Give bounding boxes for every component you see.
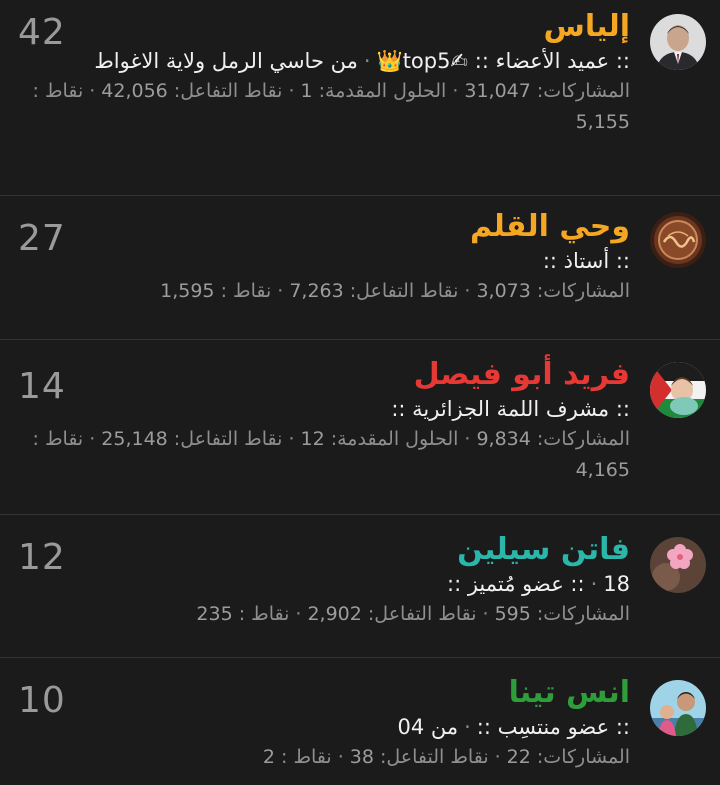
reactions-label: نقاط التفاعل: [173, 428, 283, 450]
child-with-flag-avatar[interactable] [650, 362, 706, 418]
member-location: من 04 [397, 715, 459, 739]
member-stats: المشاركات: 22·نقاط التفاعل: 38·نقاط : 2 [20, 742, 630, 773]
reactions-label: نقاط التفاعل: [173, 80, 283, 102]
man-portrait-avatar[interactable] [650, 14, 706, 70]
member-rank: عميد الأعضاء [495, 49, 610, 73]
solutions-label: الحلول المقدمة: [330, 428, 459, 450]
member-info: إلياس :: عميد الأعضاء :: ✍top5👑·من حاسي … [20, 8, 630, 138]
posts-value: 595 [494, 603, 531, 625]
reactions-value: 25,148 [101, 428, 168, 450]
reactions-value: 38 [349, 746, 374, 768]
points-label: نقاط : [281, 746, 332, 768]
posts-value: 3,073 [476, 280, 531, 302]
reactions-label: نقاط التفاعل: [367, 603, 477, 625]
member-stats: المشاركات: 595·نقاط التفاعل: 2,902·نقاط … [20, 599, 630, 630]
solutions-label: الحلول المقدمة: [318, 80, 447, 102]
member-stats: المشاركات: 3,073·نقاط التفاعل: 7,263·نقا… [20, 276, 630, 307]
reactions-value: 2,902 [307, 603, 362, 625]
member-row[interactable]: 10 انس تينا :: عضو منتسِب ::·من 04 المشا… [0, 658, 720, 785]
leaderboard-list: 42 إلياس :: عميد الأعضاء :: ✍top5👑·من حا… [0, 0, 720, 785]
member-stats: المشاركات: 31,047·الحلول المقدمة: 1·نقاط… [20, 76, 630, 138]
member-location: من حاسي الرمل ولاية الاغواط [94, 49, 358, 73]
points-value: 4,165 [575, 459, 630, 481]
reactions-value: 7,263 [289, 280, 344, 302]
crown-icon: 👑 [376, 49, 403, 73]
separator-dot: · [288, 80, 295, 102]
points-value: 1,595 [160, 280, 215, 302]
member-name-link[interactable]: إلياس [20, 8, 630, 46]
member-title: :: عضو منتسِب ::·من 04 [20, 712, 630, 742]
posts-label: المشاركات: [536, 603, 630, 625]
solutions-value: 1 [300, 80, 313, 102]
separator-dot: · [464, 715, 471, 739]
member-title: :: عميد الأعضاء :: ✍top5👑·من حاسي الرمل … [20, 46, 630, 76]
solutions-value: 12 [300, 428, 325, 450]
separator-dot: · [89, 80, 96, 102]
member-age: 18 [603, 572, 630, 596]
points-value: 235 [196, 603, 233, 625]
title-separator: :: [615, 49, 630, 73]
member-name-link[interactable]: وحي القلم [20, 208, 630, 246]
separator-dot: · [277, 280, 284, 302]
posts-label: المشاركات: [536, 746, 630, 768]
member-name-link[interactable]: انس تينا [20, 674, 630, 712]
member-row[interactable]: 12 فاتن سيلين 18·:: عضو مُتميز :: المشار… [0, 515, 720, 658]
separator-dot: · [89, 428, 96, 450]
title-separator: :: [474, 49, 489, 73]
member-info: فريد أبو فيصل :: مشرف اللمة الجزائرية ::… [20, 356, 630, 486]
member-info: فاتن سيلين 18·:: عضو مُتميز :: المشاركات… [20, 531, 630, 630]
family-photo-avatar[interactable] [650, 680, 706, 736]
member-name-link[interactable]: فاتن سيلين [20, 531, 630, 569]
member-stats: المشاركات: 9,834·الحلول المقدمة: 12·نقاط… [20, 424, 630, 486]
member-info: وحي القلم :: أستاذ :: المشاركات: 3,073·ن… [20, 208, 630, 307]
points-label: نقاط : [238, 603, 290, 625]
separator-dot: · [482, 603, 489, 625]
posts-label: المشاركات: [536, 80, 630, 102]
member-info: انس تينا :: عضو منتسِب ::·من 04 المشاركا… [20, 674, 630, 773]
member-row[interactable]: 42 إلياس :: عميد الأعضاء :: ✍top5👑·من حا… [0, 0, 720, 196]
points-label: نقاط : [32, 428, 84, 450]
separator-dot: · [295, 603, 302, 625]
separator-dot: · [590, 572, 598, 596]
member-title: :: مشرف اللمة الجزائرية :: [391, 397, 630, 421]
points-label: نقاط : [220, 280, 272, 302]
posts-label: المشاركات: [536, 280, 630, 302]
posts-label: المشاركات: [536, 428, 630, 450]
writing-hand-icon: ✍ [450, 49, 469, 73]
member-title: 18·:: عضو مُتميز :: [20, 569, 630, 599]
points-value: 2 [262, 746, 275, 768]
member-row[interactable]: 27 وحي القلم :: أستاذ :: المشاركات: 3,07… [0, 196, 720, 340]
points-value: 5,155 [575, 111, 630, 133]
pink-flower-avatar[interactable] [650, 537, 706, 593]
badge-text: top5 [402, 49, 451, 73]
member-row[interactable]: 14 فريد أبو فيصل :: مشرف اللمة الجزائرية… [0, 340, 720, 515]
posts-value: 31,047 [464, 80, 531, 102]
reactions-label: نقاط التفاعل: [379, 746, 489, 768]
member-rank: :: عضو مُتميز :: [447, 572, 585, 596]
separator-dot: · [337, 746, 344, 768]
separator-dot: · [464, 428, 471, 450]
member-rank: :: عضو منتسِب :: [476, 715, 630, 739]
member-title: :: أستاذ :: [542, 249, 630, 273]
points-label: نقاط : [32, 80, 84, 102]
separator-dot: · [452, 80, 459, 102]
member-name-link[interactable]: فريد أبو فيصل [20, 356, 630, 394]
separator-dot: · [288, 428, 295, 450]
reactions-label: نقاط التفاعل: [349, 280, 459, 302]
posts-value: 22 [506, 746, 531, 768]
separator-dot: · [494, 746, 501, 768]
separator-dot: · [464, 280, 471, 302]
calligraphy-emblem-avatar[interactable] [650, 212, 706, 268]
reactions-value: 42,056 [101, 80, 168, 102]
posts-value: 9,834 [476, 428, 531, 450]
separator-dot: · [363, 49, 371, 73]
